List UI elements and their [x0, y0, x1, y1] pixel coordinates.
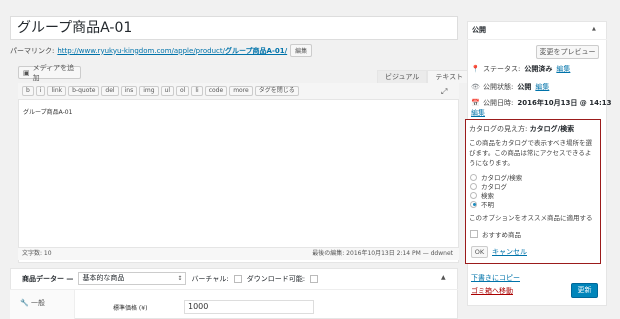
qt-blockquote-button[interactable]: b-quote [68, 86, 100, 96]
collapse-arrow-icon[interactable]: ▲ [592, 26, 596, 32]
radio-button[interactable] [470, 182, 477, 190]
editor-statusbar: 文字数: 10 最後の編集: 2016年10月13日 2:14 PM — ddw… [18, 247, 459, 260]
catalog-visibility-title: カタログの見え方: カタログ/検索 [469, 124, 574, 134]
word-count: 文字数: 10 [22, 250, 52, 257]
regular-price-input[interactable]: 1000 [184, 300, 314, 314]
virtual-label: バーチャル: [191, 274, 229, 283]
qt-ul-button[interactable]: ul [160, 86, 175, 96]
visibility-value: 公開 [517, 83, 532, 91]
radio-button[interactable] [470, 173, 477, 181]
featured-option[interactable]: おすすめ商品 [470, 229, 521, 239]
radio-hidden[interactable]: 不明 [470, 199, 494, 209]
permalink-row: パーマリンク: http://www.ryukyu-kingdom.com/ap… [10, 44, 313, 57]
date-row: 📅 公開日時: 2016年10月13日 @ 14:13 [471, 98, 611, 108]
radio-button[interactable] [470, 191, 477, 199]
permalink-edit-button[interactable]: 編集 [290, 44, 313, 57]
visibility-label: 公開状態: [483, 83, 514, 91]
add-media-label: メディアを追加 [32, 63, 75, 82]
visibility-edit-link[interactable]: 編集 [535, 82, 549, 92]
quicktags-toolbar: b i link b-quote del ins img ul ol li co… [18, 83, 459, 100]
featured-label: おすすめ商品 [482, 231, 521, 239]
last-edited: 最後の編集: 2016年10月13日 2:14 PM — ddwnet [312, 250, 453, 257]
copy-to-draft-link[interactable]: 下書きにコピー [471, 273, 520, 283]
status-edit-link[interactable]: 編集 [556, 64, 570, 74]
qt-ins-button[interactable]: ins [120, 86, 138, 96]
permalink-label: パーマリンク: [10, 46, 55, 55]
tab-general[interactable]: 🔧 一般 [20, 298, 45, 308]
status-value: 公開済み [524, 65, 553, 73]
preview-button[interactable]: 変更をプレビュー [536, 45, 599, 59]
qt-more-button[interactable]: more [229, 86, 253, 96]
radio-label: 不明 [481, 201, 494, 209]
post-title-input[interactable]: グループ商品A-01 [10, 16, 458, 40]
collapse-arrow-icon[interactable]: ▲ [441, 274, 446, 281]
pin-icon: 📍 [471, 65, 480, 73]
regular-price-label: 標準価格 (¥) [113, 305, 148, 312]
qt-ol-button[interactable]: ol [176, 86, 190, 96]
update-button[interactable]: 更新 [571, 283, 598, 298]
move-to-trash-link[interactable]: ゴミ箱へ移動 [471, 286, 513, 296]
date-label: 公開日時: [483, 99, 514, 107]
qt-code-button[interactable]: code [204, 86, 228, 96]
catalog-visibility-value: カタログ/検索 [529, 125, 575, 133]
featured-description: このオプションをオススメ商品に適用する [469, 214, 593, 222]
virtual-checkbox[interactable] [233, 274, 242, 283]
status-label: ステータス: [483, 65, 521, 73]
product-data-header: 商品データー — 基本的な商品 バーチャル: ダウンロード可能: [10, 268, 458, 290]
tab-visual[interactable]: ビジュアル [377, 70, 428, 83]
editor-tabs: ビジュアル テキスト [377, 70, 472, 83]
permalink-slug[interactable]: グループ商品A-01/ [225, 47, 287, 55]
eye-icon: 👁 [471, 83, 480, 91]
product-type-select[interactable]: 基本的な商品 [78, 272, 187, 285]
qt-bold-button[interactable]: b [22, 86, 34, 96]
visibility-row: 👁 公開状態: 公開 編集 [471, 82, 549, 92]
qt-del-button[interactable]: del [101, 86, 119, 96]
date-value: 2016年10月13日 @ 14:13 [517, 99, 612, 107]
ok-button[interactable]: OK [471, 246, 488, 258]
status-row: 📍 ステータス: 公開済み 編集 [471, 64, 570, 74]
catalog-visibility-label: カタログの見え方: [469, 125, 528, 133]
featured-checkbox[interactable] [470, 230, 478, 238]
publish-title: 公開 [467, 21, 607, 40]
fullscreen-icon[interactable]: ⤢ [441, 87, 447, 97]
wrench-icon: 🔧 [20, 299, 29, 307]
qt-li-button[interactable]: li [191, 86, 203, 96]
catalog-visibility-description: この商品をカタログで表示すべき場所を選びます。この商品は常にアクセスできるように… [469, 139, 593, 167]
tab-general-label: 一般 [30, 299, 45, 307]
cancel-link[interactable]: キャンセル [492, 247, 527, 257]
qt-italic-button[interactable]: i [35, 86, 46, 96]
editor-content[interactable]: グループ商品A-01 [23, 107, 72, 116]
calendar-icon: 📅 [471, 99, 480, 107]
product-data-label: 商品データー — [22, 274, 74, 283]
downloadable-label: ダウンロード可能: [246, 274, 306, 283]
qt-link-button[interactable]: link [47, 86, 67, 96]
downloadable-checkbox[interactable] [310, 274, 319, 283]
qt-img-button[interactable]: img [139, 86, 159, 96]
radio-button-selected[interactable] [470, 200, 477, 208]
editor-area[interactable] [18, 83, 459, 263]
tab-text[interactable]: テキスト [427, 70, 472, 83]
media-icon: ▣ [23, 68, 30, 77]
qt-close-tags-button[interactable]: タグを閉じる [254, 86, 299, 96]
date-edit-link[interactable]: 編集 [471, 108, 485, 118]
permalink-url[interactable]: http://www.ryukyu-kingdom.com/apple/prod… [57, 47, 225, 55]
add-media-button[interactable]: ▣ メディアを追加 [18, 64, 81, 82]
date-edit-row: 編集 [471, 108, 485, 118]
